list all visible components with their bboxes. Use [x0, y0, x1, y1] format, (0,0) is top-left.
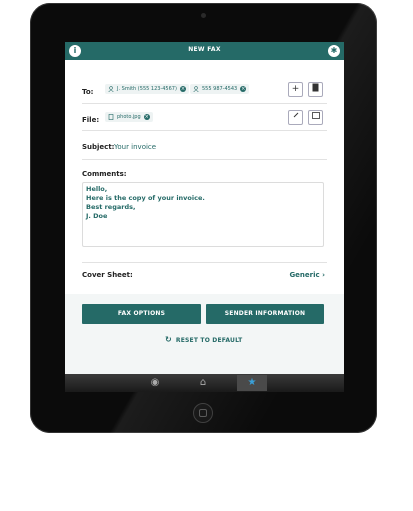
- image-button[interactable]: [308, 110, 323, 125]
- comment-line: Here is the copy of your invoice.: [86, 194, 205, 202]
- divider: [82, 159, 327, 160]
- camera-icon: ◉: [150, 377, 160, 388]
- recipient-chip[interactable]: J. Smith (555 123-4567) ×: [105, 84, 189, 94]
- comment-line: Best regards,: [86, 203, 136, 211]
- home-icon: ⌂: [199, 377, 207, 388]
- camera: [201, 13, 206, 18]
- reset-to-default-button[interactable]: ↻ RESET TO DEFAULT: [165, 335, 242, 344]
- divider: [82, 103, 327, 104]
- recipient-name: J. Smith (555 123-4567): [117, 86, 177, 92]
- comments-field[interactable]: Hello, Here is the copy of your invoice.…: [82, 182, 324, 247]
- person-icon: [108, 86, 114, 92]
- attachment-name: photo.jpg: [117, 114, 141, 120]
- home-button[interactable]: [193, 403, 213, 423]
- document-icon: [108, 114, 114, 120]
- remove-icon[interactable]: ×: [240, 85, 247, 92]
- remove-icon[interactable]: ×: [143, 113, 150, 120]
- cover-sheet-label: Cover Sheet:: [82, 271, 133, 279]
- subject-label: Subject:: [82, 143, 115, 151]
- file-label: File:: [82, 116, 100, 124]
- settings-icon[interactable]: ✱: [328, 45, 340, 57]
- person-icon: [193, 86, 199, 92]
- divider: [82, 130, 327, 131]
- comments-label: Comments:: [82, 170, 127, 178]
- chevron-right-icon: ›: [322, 271, 325, 279]
- tab-favorites[interactable]: ★: [237, 375, 267, 391]
- attach-button[interactable]: [288, 110, 303, 125]
- tab-home[interactable]: ⌂: [188, 375, 218, 391]
- to-label: To:: [82, 88, 94, 96]
- title-bar: i NEW FAX ✱: [65, 42, 344, 60]
- paperclip-icon: [293, 112, 298, 118]
- reset-label: RESET TO DEFAULT: [175, 337, 243, 344]
- sender-information-button[interactable]: SENDER INFORMATION: [206, 304, 324, 324]
- image-icon: [311, 112, 320, 119]
- tab-camera[interactable]: ◉: [140, 375, 170, 391]
- remove-icon[interactable]: ×: [179, 85, 186, 92]
- comment-line: J. Doe: [86, 212, 108, 220]
- divider: [82, 262, 327, 263]
- subject-field[interactable]: Your invoice: [114, 143, 156, 151]
- contacts-button[interactable]: [308, 82, 323, 97]
- fax-options-button[interactable]: FAX OPTIONS: [82, 304, 201, 324]
- address-book-icon: [312, 83, 319, 92]
- recipient-chip[interactable]: 555 987-4543 ×: [190, 84, 250, 94]
- comment-line: Hello,: [86, 185, 108, 193]
- page-title: NEW FAX: [188, 46, 221, 53]
- reset-icon: ↻: [165, 335, 172, 344]
- cover-sheet-value: Generic: [289, 271, 320, 279]
- star-icon: ★: [247, 377, 257, 388]
- app-screen: i NEW FAX ✱ To: J. Smith (555 123-4567) ×…: [65, 42, 344, 392]
- attachment-chip[interactable]: photo.jpg ×: [105, 112, 153, 122]
- tab-bar: ◉ ⌂ ★: [65, 374, 344, 392]
- recipient-name: 555 987-4543: [202, 86, 238, 92]
- add-recipient-button[interactable]: +: [288, 82, 303, 97]
- cover-sheet-selector[interactable]: Generic ›: [289, 271, 325, 279]
